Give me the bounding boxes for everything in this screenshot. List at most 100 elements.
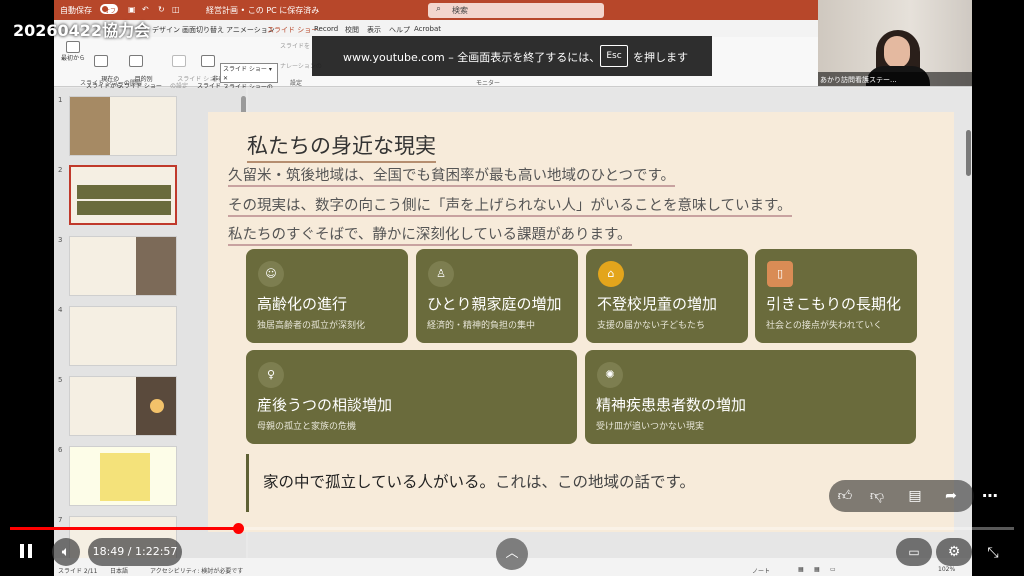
tab-help[interactable]: ヘルプ: [389, 25, 410, 35]
presenter-face: [884, 36, 910, 68]
search-placeholder: 検索: [452, 6, 468, 15]
thumb-cards-row: [77, 185, 171, 199]
thumb-number: 3: [58, 236, 63, 244]
tab-review[interactable]: 校閲: [345, 25, 359, 35]
slide-text-line-2: その現実は、数字の向こう側に「声を上げられない人」がいることを意味しています。: [228, 194, 792, 217]
normal-view-icon[interactable]: ▦: [798, 566, 804, 573]
card-subtitle: 経済的・精神的負担の集中: [427, 321, 536, 331]
gear-icon: ⚙: [947, 544, 961, 560]
brain-icon: ✺: [597, 362, 623, 388]
time-display: 18:49 / 1:22:57: [88, 538, 182, 566]
slide-title: 私たちの身近な現実: [247, 130, 436, 163]
settings-button[interactable]: ⚙: [936, 538, 972, 566]
issue-card-mental-illness: ✺ 精神疾患患者数の増加 受け皿が追いつかない現実: [585, 350, 916, 444]
slideshow-dropdown[interactable]: スライド ショー ▾ ✕ スライド ショーの再開(R): [220, 63, 278, 100]
card-subtitle: 受け皿が追いつかない現実: [596, 422, 705, 432]
hide-slide-icon: [201, 55, 215, 67]
slide-counter: スライド 2/11: [58, 568, 98, 575]
more-options-icon[interactable]: ⋯: [982, 486, 998, 505]
autosave-state: オフ: [104, 8, 117, 15]
slide-text-line-3: 私たちのすぐそばで、静かに深刻化している課題があります。: [228, 223, 632, 246]
slideshow-start-icon: [66, 41, 80, 53]
thumb-photo: [136, 237, 176, 295]
zoom-level[interactable]: 102%: [938, 566, 955, 573]
setup-show-icon: [172, 55, 186, 67]
thumb-photo: [70, 97, 110, 155]
fullscreen-notice: www.youtube.com – 全画面表示を終了するには、 Esc を押しま…: [312, 36, 712, 76]
pause-button[interactable]: [14, 540, 38, 566]
language-status[interactable]: 日本語: [110, 566, 128, 575]
thumb-light: [150, 399, 164, 413]
total-time: 1:22:57: [135, 545, 178, 558]
like-icon[interactable]: 👍︎: [835, 486, 855, 506]
fullscreen-notice-text: www.youtube.com – 全画面表示を終了するには、: [343, 51, 601, 64]
slide-thumbnail-3[interactable]: [69, 236, 177, 296]
slide-thumbnail-6[interactable]: [69, 446, 177, 506]
thumb-number: 4: [58, 306, 63, 314]
card-subtitle: 独居高齢者の孤立が深刻化: [257, 321, 366, 331]
fullscreen-notice-suffix: を押します: [633, 51, 688, 64]
card-subtitle: 母親の孤立と家族の危機: [257, 422, 357, 432]
thumb-cards-row: [77, 201, 171, 215]
door-icon: ▯: [767, 261, 793, 287]
progress-fill: [10, 527, 238, 530]
card-title: 高齢化の進行: [257, 295, 348, 313]
undo-icon[interactable]: ↶: [142, 5, 149, 14]
sorter-view-icon[interactable]: ▦: [814, 566, 820, 573]
slide-thumbnail-2[interactable]: [69, 165, 177, 225]
slide-thumbnail-4[interactable]: [69, 306, 177, 366]
progress-bar[interactable]: [10, 523, 1014, 534]
volume-button[interactable]: 🔈︎: [52, 538, 80, 566]
present-icon[interactable]: ◫: [172, 5, 180, 14]
from-beginning-label: 最初から: [60, 55, 85, 62]
card-title: ひとり親家庭の増加: [427, 295, 562, 313]
from-beginning-button[interactable]: 最初から: [60, 41, 86, 62]
progress-scrubber[interactable]: [232, 523, 244, 534]
share-icon[interactable]: ➦: [941, 486, 961, 506]
rehearse-option[interactable]: スライドを: [280, 43, 310, 50]
reading-view-icon[interactable]: ▭: [830, 566, 836, 573]
esc-key: Esc: [600, 45, 628, 67]
rehearse-label: スライドを: [280, 43, 311, 50]
search-icon: ⌕: [436, 4, 442, 14]
tab-transitions[interactable]: 画面切り替え: [182, 25, 224, 35]
dislike-icon[interactable]: 👎︎: [867, 486, 887, 506]
accessibility-status[interactable]: アクセシビリティ: 検討が必要です: [150, 566, 243, 575]
subtitles-button[interactable]: ▭: [896, 538, 932, 566]
search-input[interactable]: ⌕ 検索: [428, 3, 604, 18]
card-title: 引きこもりの長期化: [766, 295, 902, 313]
video-title[interactable]: 20260422協力会: [13, 17, 150, 41]
tab-acrobat[interactable]: Acrobat: [414, 25, 441, 33]
issue-card-single-parent: ♙ ひとり親家庭の増加 経済的・精神的負担の集中: [416, 249, 578, 343]
document-title: 経営計画 • この PC に保存済み: [206, 6, 320, 15]
comment-icon[interactable]: ▤: [905, 486, 925, 506]
exit-fullscreen-icon[interactable]: ⤡: [982, 542, 1004, 564]
slide-thumbnail-1[interactable]: [69, 96, 177, 156]
volume-icon: 🔈︎: [61, 544, 71, 560]
slide-scrollbar[interactable]: [966, 130, 971, 176]
quote-text: 家の中で孤立している人がいる。これは、この地域の話です。: [263, 470, 695, 492]
screen: 自動保存 オフ ▣ ↶ ↻ ◫ 経営計画 • この PC に保存済み ⌕ 検索 …: [0, 0, 1024, 576]
webcam-name: あかり訪問看護ステー...: [818, 72, 972, 86]
card-title: 不登校児童の増加: [597, 295, 718, 313]
quote-bold: 家の中で孤立している人がいる。: [263, 473, 496, 491]
notes-button[interactable]: ノート: [752, 566, 770, 575]
save-icon[interactable]: ▣: [128, 5, 136, 14]
issue-card-school-refusal: ⌂ 不登校児童の増加 支援の届かない子どもたち: [586, 249, 748, 343]
slide-thumbnail-5[interactable]: [69, 376, 177, 436]
current-time: 18:49: [92, 545, 125, 558]
subtitles-icon: ▭: [908, 545, 920, 559]
tab-design[interactable]: デザイン: [152, 25, 180, 35]
thumb-number: 2: [58, 166, 63, 174]
tab-view[interactable]: 表示: [367, 25, 381, 35]
pause-icon: [20, 544, 24, 558]
tab-record[interactable]: Record: [314, 25, 338, 33]
dropdown-title: スライド ショー ▾ ✕: [223, 66, 272, 82]
card-title: 産後うつの相談増加: [257, 396, 393, 414]
person-icon: ☺: [258, 261, 284, 287]
redo-icon[interactable]: ↻: [158, 5, 165, 14]
school-icon: ⌂: [598, 261, 624, 287]
thumb-poster: [100, 453, 150, 501]
issue-card-hikikomori: ▯ 引きこもりの長期化 社会との接点が失われていく: [755, 249, 917, 343]
chevron-up-icon[interactable]: ︿: [496, 538, 528, 570]
